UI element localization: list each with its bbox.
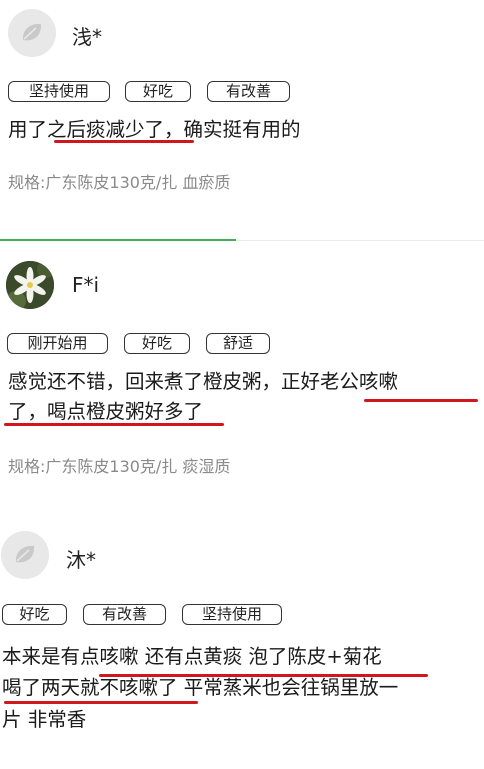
- product-spec: 规格:广东陈皮130克/扎 痰湿质: [8, 457, 231, 476]
- highlight-underline: [4, 423, 224, 426]
- flower-photo-icon: [6, 261, 54, 309]
- review-tag[interactable]: 刚开始用: [7, 333, 108, 354]
- review-tag[interactable]: 好吃: [125, 81, 191, 102]
- username: F*i: [72, 273, 100, 297]
- review-tag[interactable]: 有改善: [207, 81, 290, 102]
- review-card: 沐* 好吃 有改善 坚持使用 本来是有点咳嗽 还有点黄痰 泡了陈皮+菊花 喝了两…: [0, 511, 484, 769]
- user-avatar[interactable]: [1, 531, 49, 579]
- review-tag[interactable]: 坚持使用: [182, 604, 282, 625]
- highlight-underline: [4, 701, 198, 704]
- review-text: 片 非常香: [2, 708, 87, 731]
- leaf-icon: [8, 9, 56, 57]
- review-text: 感觉还不错，回来煮了橙皮粥，正好老公咳嗽: [8, 370, 399, 393]
- review-card: 浅* 坚持使用 好吃 有改善 用了之后痰减少了，确实挺有用的 规格:广东陈皮13…: [0, 0, 484, 240]
- review-text: 本来是有点咳嗽 还有点黄痰 泡了陈皮+菊花: [2, 645, 382, 668]
- user-avatar[interactable]: [8, 9, 56, 57]
- review-text: 了，喝点橙皮粥好多了: [8, 400, 204, 423]
- review-tag[interactable]: 好吃: [124, 333, 190, 354]
- username: 沐*: [66, 548, 96, 572]
- user-avatar[interactable]: [6, 261, 54, 309]
- highlight-underline: [54, 140, 194, 143]
- leaf-icon: [1, 531, 49, 579]
- review-tag[interactable]: 好吃: [2, 604, 67, 625]
- highlight-underline: [364, 399, 478, 402]
- review-tag[interactable]: 有改善: [83, 604, 166, 625]
- username: 浅*: [72, 25, 102, 49]
- review-tag[interactable]: 坚持使用: [8, 81, 110, 102]
- review-tag[interactable]: 舒适: [206, 333, 270, 354]
- review-text: 喝了两天就不咳嗽了 平常蒸米也会往锅里放一: [2, 676, 399, 699]
- highlight-underline: [99, 674, 428, 677]
- product-spec: 规格:广东陈皮130克/扎 血瘀质: [8, 173, 231, 192]
- review-card: F*i 刚开始用 好吃 舒适 感觉还不错，回来煮了橙皮粥，正好老公咳嗽 了，喝点…: [0, 241, 484, 511]
